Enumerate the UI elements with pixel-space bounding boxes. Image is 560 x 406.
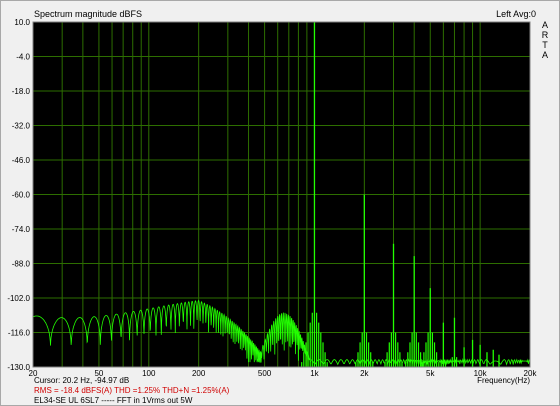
y-tick-label: -88.0: [12, 260, 31, 269]
x-axis-label: Frequency(Hz): [477, 376, 530, 385]
x-tick-label: 100: [142, 369, 156, 378]
y-tick-label: -60.0: [12, 191, 31, 200]
spectrum-plot[interactable]: 10.0 -4.0 -18.0 -32.0 -46.0 -60.0 -74.0 -88.0 -1…: [0, 0, 560, 406]
y-tick-label: -32.0: [12, 122, 31, 131]
x-tick-label: 5k: [426, 369, 435, 378]
x-tick-label: 1k: [310, 369, 319, 378]
cursor-readout: Cursor: 20.2 Hz, -94.97 dB: [34, 376, 130, 385]
y-axis-ticks: 10.0 -4.0 -18.0 -32.0 -46.0 -60.0 -74.0 -88.0 -1…: [7, 18, 30, 372]
rms-thd-readout: RMS = -18.4 dBFS(A) THD =1.25% THD+N =1.…: [34, 386, 230, 395]
y-tick-label: 10.0: [14, 18, 30, 27]
y-tick-label: -46.0: [12, 156, 31, 165]
y-tick-label: -4.0: [16, 53, 30, 62]
y-tick-label: -18.0: [12, 87, 31, 96]
x-tick-label: 2k: [360, 369, 369, 378]
measurement-description: EL34-SE UL 6SL7 ----- FFT in 1Vrms out 5…: [34, 396, 193, 405]
y-tick-label: -74.0: [12, 225, 31, 234]
y-tick-label: -130.0: [7, 363, 30, 372]
y-tick-label: -116.0: [8, 329, 31, 338]
x-tick-label: 200: [192, 369, 206, 378]
x-tick-label: 500: [258, 369, 272, 378]
y-tick-label: -102.0: [7, 294, 30, 303]
